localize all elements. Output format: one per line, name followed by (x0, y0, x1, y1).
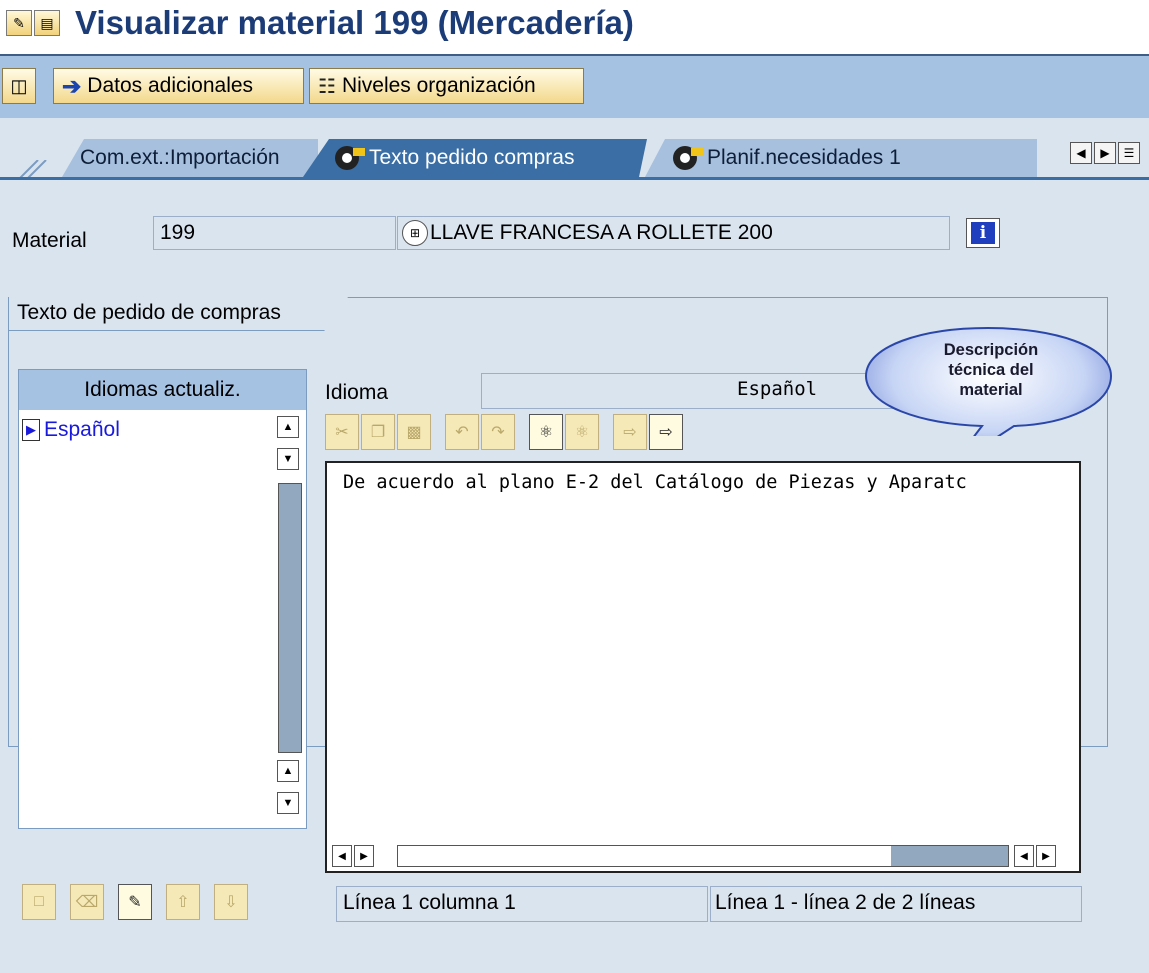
tab-scroll-right-icon[interactable]: ▶ (1094, 142, 1116, 164)
scroll-left-icon[interactable]: ◀ (1014, 845, 1034, 867)
redo-icon[interactable]: ↷ (481, 414, 515, 450)
niveles-organizacion-label: Niveles organización (341, 74, 536, 97)
callout-line: Descripción (943, 341, 1039, 359)
scroll-down-icon[interactable]: ▼ (277, 792, 299, 814)
tab-strip-underline (0, 177, 1149, 180)
longtext-icon[interactable]: ⊞ (402, 220, 428, 246)
display-change-icon: ◫ (10, 75, 28, 96)
editor-hscroll-thumb[interactable] (891, 846, 1008, 866)
import-icon[interactable]: ⇨ (613, 414, 647, 450)
display-change-button[interactable]: ◫ (2, 68, 36, 104)
scroll-right-icon[interactable]: ▶ (354, 845, 374, 867)
scroll-up-icon[interactable]: ▲ (277, 760, 299, 782)
language-actions: □ ⌫ ✎ ⇧ ⇩ (22, 884, 248, 920)
selected-row-icon: ▶ (22, 419, 40, 441)
material-label: Material (12, 229, 87, 252)
arrow-right-icon: ➔ (62, 72, 82, 99)
delete-icon[interactable]: ⌫ (70, 884, 104, 920)
export-icon[interactable]: ⇨ (649, 414, 683, 450)
scroll-right-icon[interactable]: ▶ (1036, 845, 1056, 867)
callout-line: técnica del (948, 361, 1034, 379)
page-title: Visualizar material 199 (Mercadería) (75, 4, 634, 41)
datos-adicionales-label: Datos adicionales (87, 74, 254, 97)
tab-com-ext-importacion[interactable]: Com.ext.:Importación (62, 139, 318, 177)
move-down-icon[interactable]: ⇩ (214, 884, 248, 920)
tab-label: Texto pedido compras (369, 146, 575, 169)
language-item-label: Español (44, 418, 120, 441)
find-next-icon[interactable]: ⚛ (565, 414, 599, 450)
document-icon[interactable]: ▤ (34, 10, 60, 36)
scroll-left-icon[interactable]: ◀ (332, 845, 352, 867)
move-up-icon[interactable]: ⇧ (166, 884, 200, 920)
paste-icon[interactable]: ▩ (397, 414, 431, 450)
editor-toolbar: ✂ ❐ ▩ ↶ ↷ ⚛ ⚛ ⇨ ⇨ (325, 414, 683, 450)
scroll-up-icon[interactable]: ▲ (277, 416, 299, 438)
material-description-field: ⊞ LLAVE FRANCESA A ROLLETE 200 (397, 216, 950, 250)
group-title: Texto de pedido de compras (8, 297, 348, 331)
scroll-down-icon[interactable]: ▼ (277, 448, 299, 470)
status-icon (673, 146, 703, 170)
org-hierarchy-icon: ☷ (318, 75, 336, 98)
tab-label: Planif.necesidades 1 (707, 146, 901, 169)
niveles-organizacion-button[interactable]: ☷ Niveles organización (309, 68, 584, 104)
material-description-text: LLAVE FRANCESA A ROLLETE 200 (430, 221, 773, 244)
new-document-icon[interactable]: □ (22, 884, 56, 920)
line-count-status: Línea 1 - línea 2 de 2 líneas (710, 886, 1082, 922)
tab-planif-necesidades[interactable]: Planif.necesidades 1 (645, 139, 1037, 177)
material-number-field[interactable]: 199 (153, 216, 396, 250)
title-icons: ✎ ▤ (6, 10, 60, 36)
status-icon (335, 146, 359, 170)
cursor-position-status: Línea 1 columna 1 (336, 886, 708, 922)
copy-icon[interactable]: ❐ (361, 414, 395, 450)
info-icon: i (971, 222, 995, 244)
callout-text: Descripción técnica del material (906, 340, 1076, 400)
application-toolbar: ◫ ➔ Datos adicionales ☷ Niveles organiza… (0, 56, 1149, 118)
info-button[interactable]: i (966, 218, 1000, 248)
edit-icon[interactable]: ✎ (118, 884, 152, 920)
tab-navigation: ◀ ▶ ☰ (1070, 142, 1140, 164)
tab-list-icon[interactable]: ☰ (1118, 142, 1140, 164)
text-editor[interactable] (325, 461, 1081, 873)
datos-adicionales-button[interactable]: ➔ Datos adicionales (53, 68, 304, 104)
cut-icon[interactable]: ✂ (325, 414, 359, 450)
editor-text-line[interactable]: De acuerdo al plano E-2 del Catálogo de … (343, 472, 1073, 493)
languages-header: Idiomas actualiz. (19, 370, 306, 410)
display-icon[interactable]: ✎ (6, 10, 32, 36)
find-icon[interactable]: ⚛ (529, 414, 563, 450)
tab-label: Com.ext.:Importación (80, 146, 280, 169)
tab-strip: Com.ext.:Importación Texto pedido compra… (0, 118, 1149, 180)
callout-line: material (959, 381, 1023, 399)
idioma-label: Idioma (325, 381, 389, 404)
tab-texto-pedido-compras[interactable]: Texto pedido compras (303, 139, 647, 177)
language-list-item[interactable]: ▶ Español (22, 418, 120, 442)
undo-icon[interactable]: ↶ (445, 414, 479, 450)
languages-scroll-thumb[interactable] (278, 483, 302, 753)
tab-scroll-left-icon[interactable]: ◀ (1070, 142, 1092, 164)
